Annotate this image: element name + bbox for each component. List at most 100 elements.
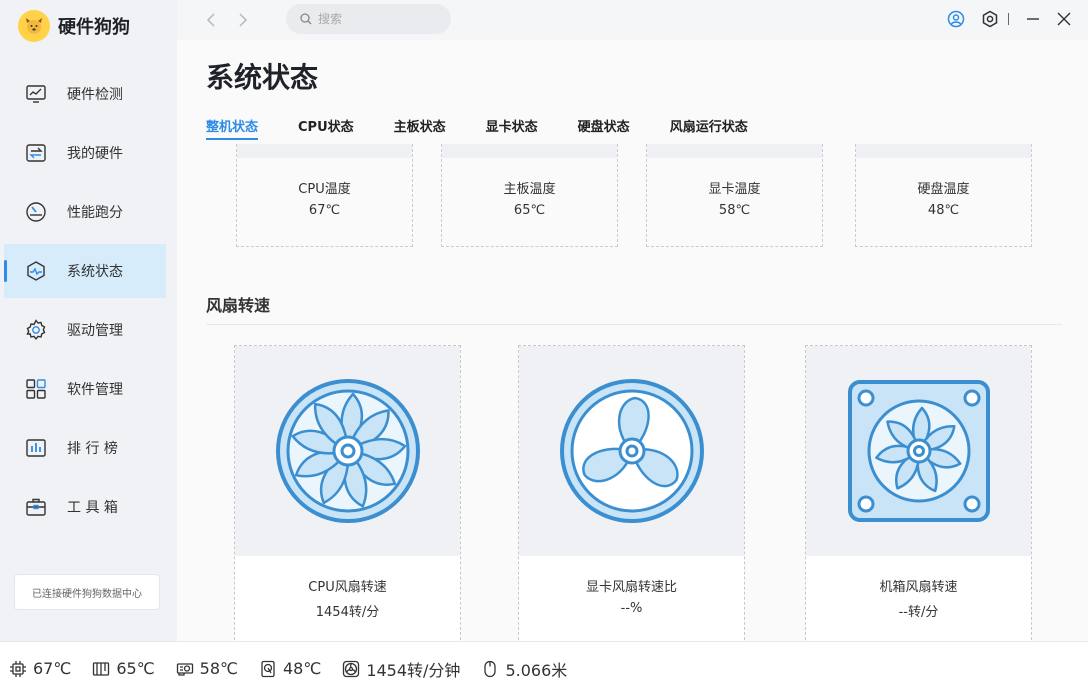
sidebar-item-benchmark[interactable]: 性能跑分	[4, 185, 166, 239]
close-icon[interactable]	[1054, 9, 1074, 29]
status-value: 58℃	[199, 659, 238, 678]
tab-cpu-status[interactable]: CPU状态	[298, 116, 354, 140]
status-board-temp: 65℃	[91, 659, 155, 679]
sidebar-item-software-manager[interactable]: 软件管理	[4, 362, 166, 416]
sidebar-item-label: 工 具 箱	[67, 500, 118, 516]
card-band	[442, 144, 617, 158]
graphics-card-icon	[175, 659, 195, 679]
search-input[interactable]	[318, 12, 438, 26]
fan-label: 机箱风扇转速	[879, 580, 958, 595]
tab-gpu-status[interactable]: 显卡状态	[486, 116, 538, 140]
swap-icon	[24, 141, 48, 165]
temp-label: 显卡温度	[708, 182, 761, 197]
sidebar-item-system-status[interactable]: 系统状态	[4, 244, 166, 298]
monitor-icon	[24, 82, 48, 106]
topbar	[177, 0, 1088, 40]
app-name: 硬件狗狗	[58, 17, 130, 38]
main-content: 系统状态 整机状态 CPU状态 主板状态 显卡状态 硬盘状态 风扇运行状态 CP…	[177, 40, 1088, 641]
fan-value: --转/分	[898, 605, 939, 620]
temp-value: 58℃	[718, 203, 751, 218]
sidebar-item-my-hardware[interactable]: 我的硬件	[4, 126, 166, 180]
fan-value: --%	[620, 601, 643, 616]
sidebar-item-label: 软件管理	[67, 382, 123, 398]
status-value: 1454转/分钟	[366, 660, 461, 680]
temp-value: 65℃	[513, 203, 546, 218]
search-box[interactable]	[286, 4, 451, 34]
status-bar: 67℃ 65℃ 58℃ 48℃ 1454转/分钟 5.066米	[0, 641, 1088, 695]
hard-disk-icon	[258, 659, 278, 679]
dog-logo-icon	[18, 10, 50, 42]
page-title: 系统状态	[206, 61, 319, 94]
forward-arrow-icon[interactable]	[233, 10, 253, 30]
case-fan-icon	[847, 380, 990, 522]
status-value: 48℃	[282, 659, 322, 678]
bar-chart-icon	[24, 436, 48, 460]
sidebar-item-label: 排 行 榜	[67, 441, 118, 457]
sidebar-item-ranking[interactable]: 排 行 榜	[4, 421, 166, 475]
brand: 硬件狗狗	[18, 10, 130, 42]
cpu-fan-icon	[275, 379, 420, 523]
sidebar-item-label: 硬件检测	[67, 87, 123, 103]
sidebar: 硬件狗狗 硬件检测 我的硬件 性能跑分 系统状态 驱动管理 软件管理 排 行 榜…	[0, 0, 177, 641]
temp-label: CPU温度	[298, 182, 351, 197]
status-disk-temp: 48℃	[258, 659, 321, 679]
fan-section-title: 风扇转速	[206, 296, 271, 315]
fan-value: 1454转/分	[315, 605, 380, 620]
cpu-temp-card: CPU温度 67℃	[236, 144, 413, 247]
gpu-fan-card: 显卡风扇转速比 --%	[518, 345, 745, 641]
tab-disk-status[interactable]: 硬盘状态	[578, 116, 630, 140]
status-mouse-distance: 5.066米	[480, 657, 567, 681]
fan-icon	[341, 659, 361, 679]
gauge-icon	[24, 200, 48, 224]
tab-fan-status[interactable]: 风扇运行状态	[670, 116, 748, 140]
disk-temp-card: 硬盘温度 48℃	[855, 144, 1032, 247]
minimize-icon[interactable]	[1023, 9, 1043, 29]
board-temp-card: 主板温度 65℃	[441, 144, 618, 247]
gpu-temp-card: 显卡温度 58℃	[646, 144, 823, 247]
card-band	[856, 144, 1031, 158]
motherboard-icon	[91, 659, 111, 679]
sidebar-item-hardware-detect[interactable]: 硬件检测	[4, 67, 166, 121]
temp-value: 67℃	[308, 203, 341, 218]
status-cpu-temp: 67℃	[8, 659, 71, 679]
cpu-fan-image	[235, 346, 460, 556]
temp-label: 主板温度	[503, 182, 556, 197]
cpu-chip-icon	[8, 659, 28, 679]
status-tabs: 整机状态 CPU状态 主板状态 显卡状态 硬盘状态 风扇运行状态	[206, 116, 788, 142]
sidebar-item-label: 驱动管理	[67, 323, 123, 339]
sidebar-item-driver-manager[interactable]: 驱动管理	[4, 303, 166, 357]
tab-board-status[interactable]: 主板状态	[394, 116, 446, 140]
sidebar-item-label: 系统状态	[67, 264, 123, 280]
temp-value: 48℃	[927, 203, 960, 218]
temp-label: 硬盘温度	[917, 182, 970, 197]
card-band	[647, 144, 822, 158]
sidebar-item-label: 性能跑分	[67, 205, 123, 221]
tab-overall-status[interactable]: 整机状态	[206, 116, 259, 140]
user-icon[interactable]	[946, 9, 966, 29]
card-band	[237, 144, 412, 158]
fan-label: CPU风扇转速	[308, 580, 387, 595]
search-icon	[300, 10, 312, 29]
case-fan-image	[806, 346, 1031, 556]
fan-label: 显卡风扇转速比	[585, 580, 677, 595]
cpu-fan-card: CPU风扇转速 1454转/分	[234, 345, 461, 641]
toolbox-icon	[24, 495, 48, 519]
sidebar-nav: 硬件检测 我的硬件 性能跑分 系统状态 驱动管理 软件管理 排 行 榜 工 具 …	[4, 67, 166, 539]
status-value: 67℃	[33, 659, 72, 678]
status-gpu-temp: 58℃	[175, 659, 238, 679]
pulse-icon	[24, 259, 48, 283]
settings-gear-icon[interactable]	[980, 9, 1000, 29]
status-value: 5.066米	[505, 660, 568, 680]
section-divider	[206, 324, 1062, 325]
case-fan-card: 机箱风扇转速 --转/分	[805, 345, 1032, 641]
gear-icon	[24, 318, 48, 342]
divider	[1003, 9, 1013, 29]
apps-grid-icon	[24, 377, 48, 401]
sidebar-item-label: 我的硬件	[67, 146, 123, 162]
status-value: 65℃	[116, 659, 155, 678]
sidebar-item-toolbox[interactable]: 工 具 箱	[4, 480, 166, 534]
mouse-icon	[480, 659, 500, 679]
status-fan-speed: 1454转/分钟	[341, 657, 460, 681]
connection-status-badge[interactable]: 已连接硬件狗狗数据中心	[14, 574, 160, 610]
back-arrow-icon[interactable]	[201, 10, 221, 30]
